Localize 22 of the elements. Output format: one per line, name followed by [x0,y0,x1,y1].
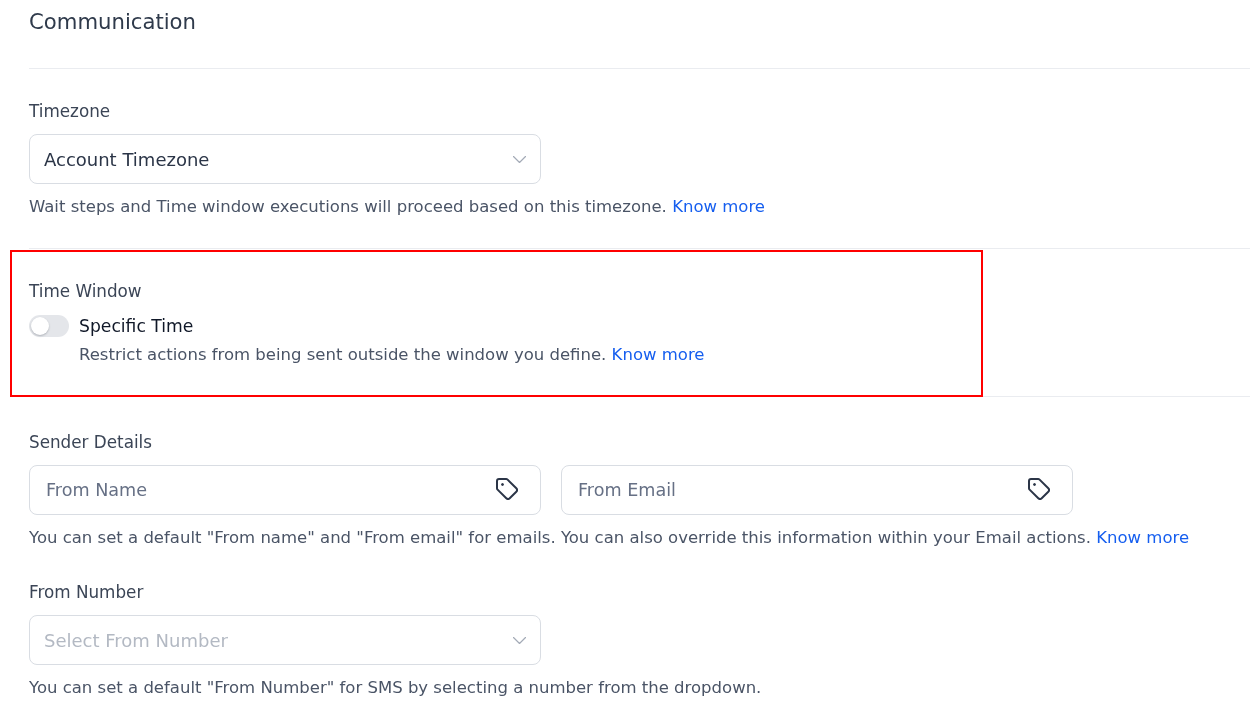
from-number-dropdown[interactable]: Select From Number [29,615,541,665]
tag-icon [496,478,518,500]
know-more-link[interactable]: Know more [672,197,765,216]
from-name-input[interactable]: From Name [29,465,541,515]
know-more-link[interactable]: Know more [1096,528,1190,547]
field-label: Sender Details [29,432,152,452]
field-label: Time Window [29,281,142,301]
help-text: Restrict actions from being sent outside the window you define. Know more [79,344,705,366]
from-email-input[interactable]: From Email [561,465,1073,515]
toggle-label: Specific Time [79,315,194,337]
field-label: From Number [29,582,144,602]
timezone-dropdown[interactable]: Account Timezone [29,134,541,184]
toggle-switch[interactable] [29,315,69,337]
chevron-down-icon [513,637,526,644]
help-text: You can set a default "From name" and "From email" for emails. You can also override this information within your Email actions. Know more [29,527,1190,549]
field-label: Timezone [29,101,111,121]
help-text: Wait steps and Time window executions will proceed based on this timezone. Know more [29,196,765,218]
chevron-down-icon [513,156,526,163]
know-more-link[interactable]: Know more [611,345,705,364]
help-text: You can set a default "From Number" for SMS by selecting a number from the dropdown. [29,677,762,699]
page-title: Communication [29,8,196,36]
tag-icon [1028,478,1050,500]
